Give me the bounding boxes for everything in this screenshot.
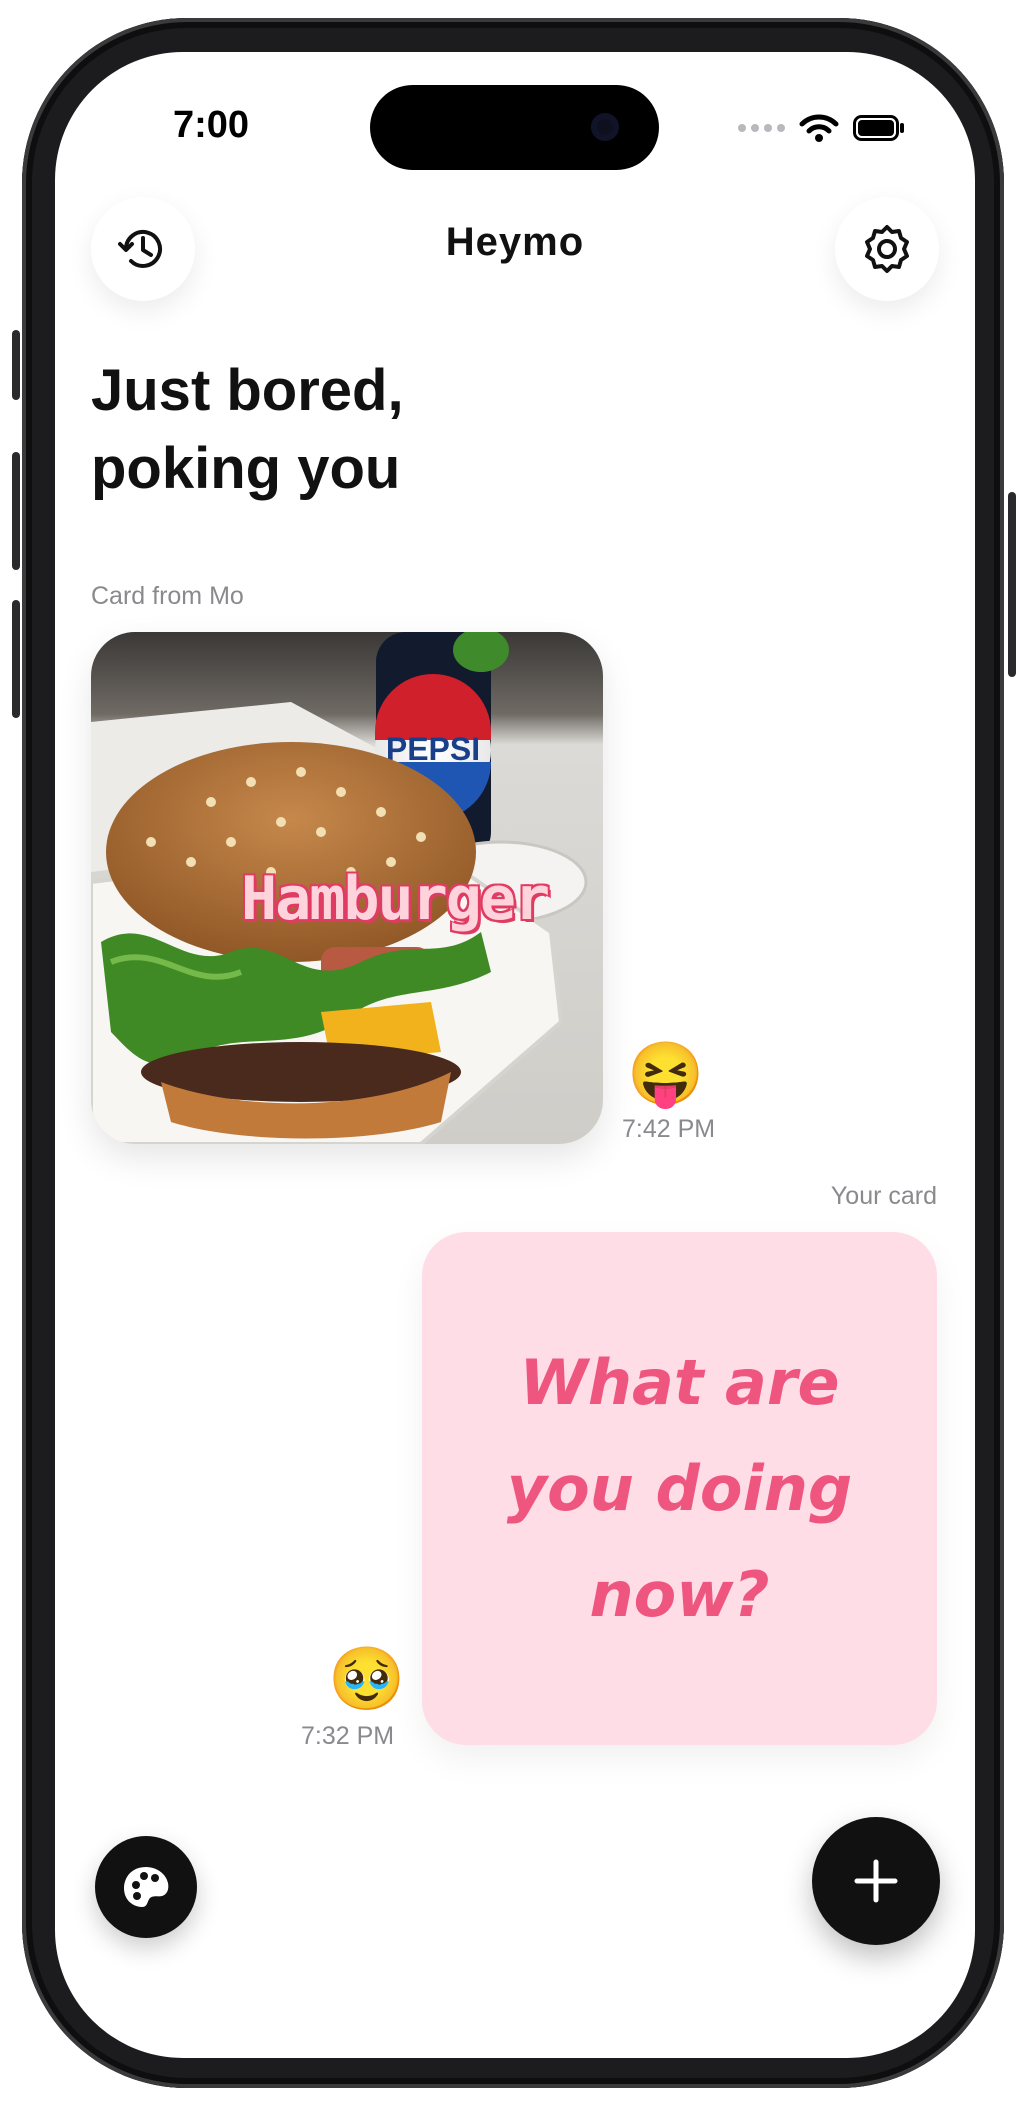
received-reaction-emoji[interactable]: 😝 (627, 1042, 704, 1108)
page-headline: Just bored, poking you (91, 352, 691, 508)
note-line-1: What are (519, 1345, 840, 1419)
app-screen: 7:00 Heymo Just bored, poking you Card f… (55, 52, 975, 2058)
sent-reaction-emoji[interactable]: 🥹 (328, 1647, 405, 1713)
add-card-button[interactable] (812, 1817, 940, 1945)
volume-up-button (12, 452, 20, 570)
sent-time: 7:32 PM (301, 1722, 395, 1750)
wifi-icon (799, 114, 839, 142)
cellular-dots-icon (738, 124, 785, 132)
palette-icon (124, 1867, 169, 1907)
note-line-3: now? (589, 1557, 770, 1631)
power-button (1008, 492, 1016, 677)
plus-icon (854, 1859, 898, 1903)
dynamic-island (370, 85, 659, 170)
received-photo-card[interactable]: PEPSI Hamburger (91, 632, 603, 1144)
action-button (12, 330, 20, 400)
card-from-label: Card from Mo (91, 582, 244, 610)
status-time: 7:00 (173, 104, 250, 146)
sent-note-card[interactable]: What are you doing now? (422, 1232, 937, 1745)
camera-icon (591, 113, 619, 141)
card-overlay-text: Hamburger (241, 864, 550, 934)
volume-down-button (12, 600, 20, 718)
note-line-2: you doing (506, 1451, 853, 1525)
received-time: 7:42 PM (622, 1115, 716, 1143)
gear-icon (865, 225, 909, 273)
your-card-label: Your card (830, 1182, 937, 1210)
svg-text:PEPSI: PEPSI (386, 731, 480, 767)
headline-line-1: Just bored, (91, 358, 404, 423)
headline-line-2: poking you (91, 436, 401, 501)
palette-button[interactable] (95, 1836, 197, 1938)
note-text: What are you doing now? (470, 1330, 890, 1648)
status-indicators (738, 112, 905, 144)
settings-button[interactable] (835, 197, 939, 301)
battery-icon (853, 115, 904, 141)
